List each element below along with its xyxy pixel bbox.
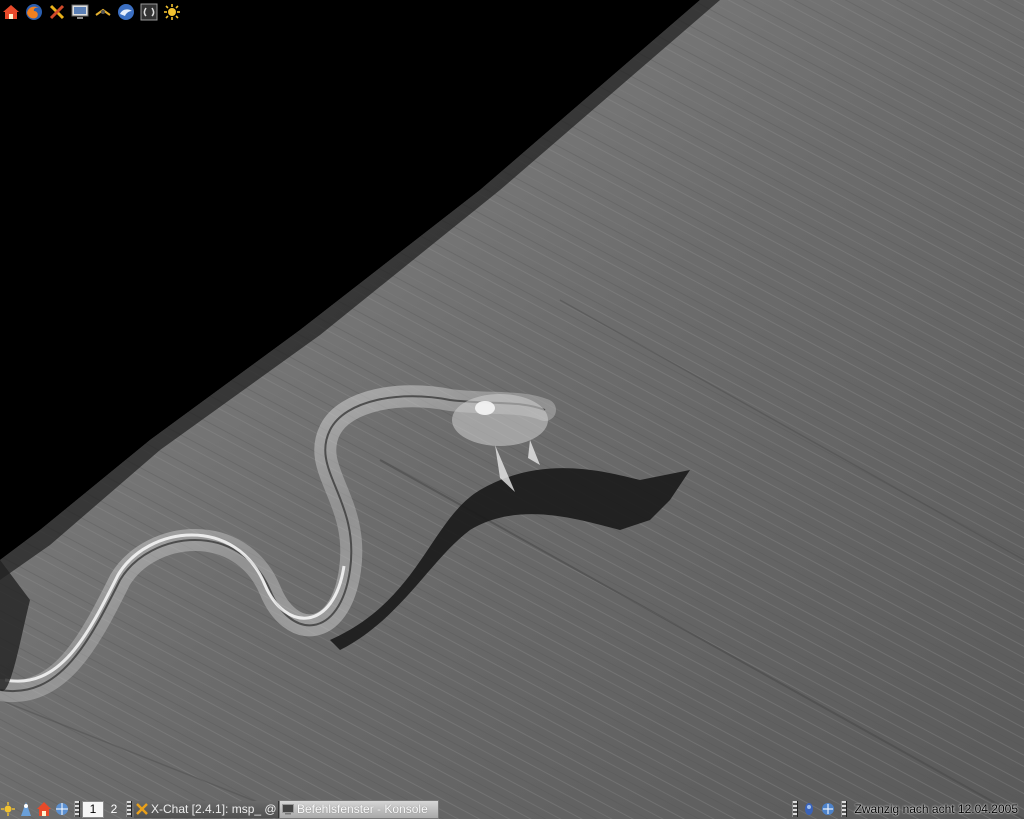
kmenu-icon[interactable]: [0, 801, 16, 817]
tray-handle[interactable]: [840, 801, 847, 817]
taskbar-item-konsole[interactable]: Befehlsfenster - Konsole: [279, 799, 439, 819]
home-icon[interactable]: [2, 3, 20, 21]
system-tray: [790, 801, 849, 817]
home-folder-icon[interactable]: [36, 801, 52, 817]
tools-icon[interactable]: [48, 3, 66, 21]
thunderbird-icon[interactable]: [117, 3, 135, 21]
konsole-icon: [282, 803, 294, 815]
network-status-icon[interactable]: [820, 801, 836, 817]
desktop-1-label: 1: [89, 802, 97, 816]
desktop[interactable]: 1 2 X-Chat [2.4.1]: msp_ @ Befehlsfenste…: [0, 0, 1024, 819]
wallpaper-image: [0, 0, 1024, 819]
monitor-icon[interactable]: [71, 3, 89, 21]
network-icon[interactable]: [54, 801, 70, 817]
settings-sun-icon[interactable]: [163, 3, 181, 21]
terminal-icon[interactable]: [140, 3, 158, 21]
xchat-icon: [136, 803, 148, 815]
panel-handle[interactable]: [126, 801, 132, 817]
klipper-icon[interactable]: [801, 801, 817, 817]
taskbar-item-label: X-Chat [2.4.1]: msp_ @: [151, 802, 277, 816]
bottom-panel: 1 2 X-Chat [2.4.1]: msp_ @ Befehlsfenste…: [0, 799, 1024, 819]
taskbar-item-xchat[interactable]: X-Chat [2.4.1]: msp_ @: [134, 800, 279, 818]
desktop-2-button[interactable]: 2: [104, 801, 124, 817]
top-launcher: [2, 2, 181, 22]
taskbar-item-label: Befehlsfenster - Konsole: [297, 802, 428, 816]
firefox-icon[interactable]: [25, 3, 43, 21]
kde-sun-icon[interactable]: [94, 3, 112, 21]
desktop-1-button[interactable]: 1: [82, 800, 104, 818]
kde-wizard-icon[interactable]: [18, 801, 34, 817]
clock[interactable]: Zwanzig nach acht 12.04.2005: [853, 802, 1024, 816]
tray-handle[interactable]: [791, 801, 798, 817]
desktop-2-label: 2: [110, 802, 118, 816]
panel-handle[interactable]: [74, 801, 80, 817]
